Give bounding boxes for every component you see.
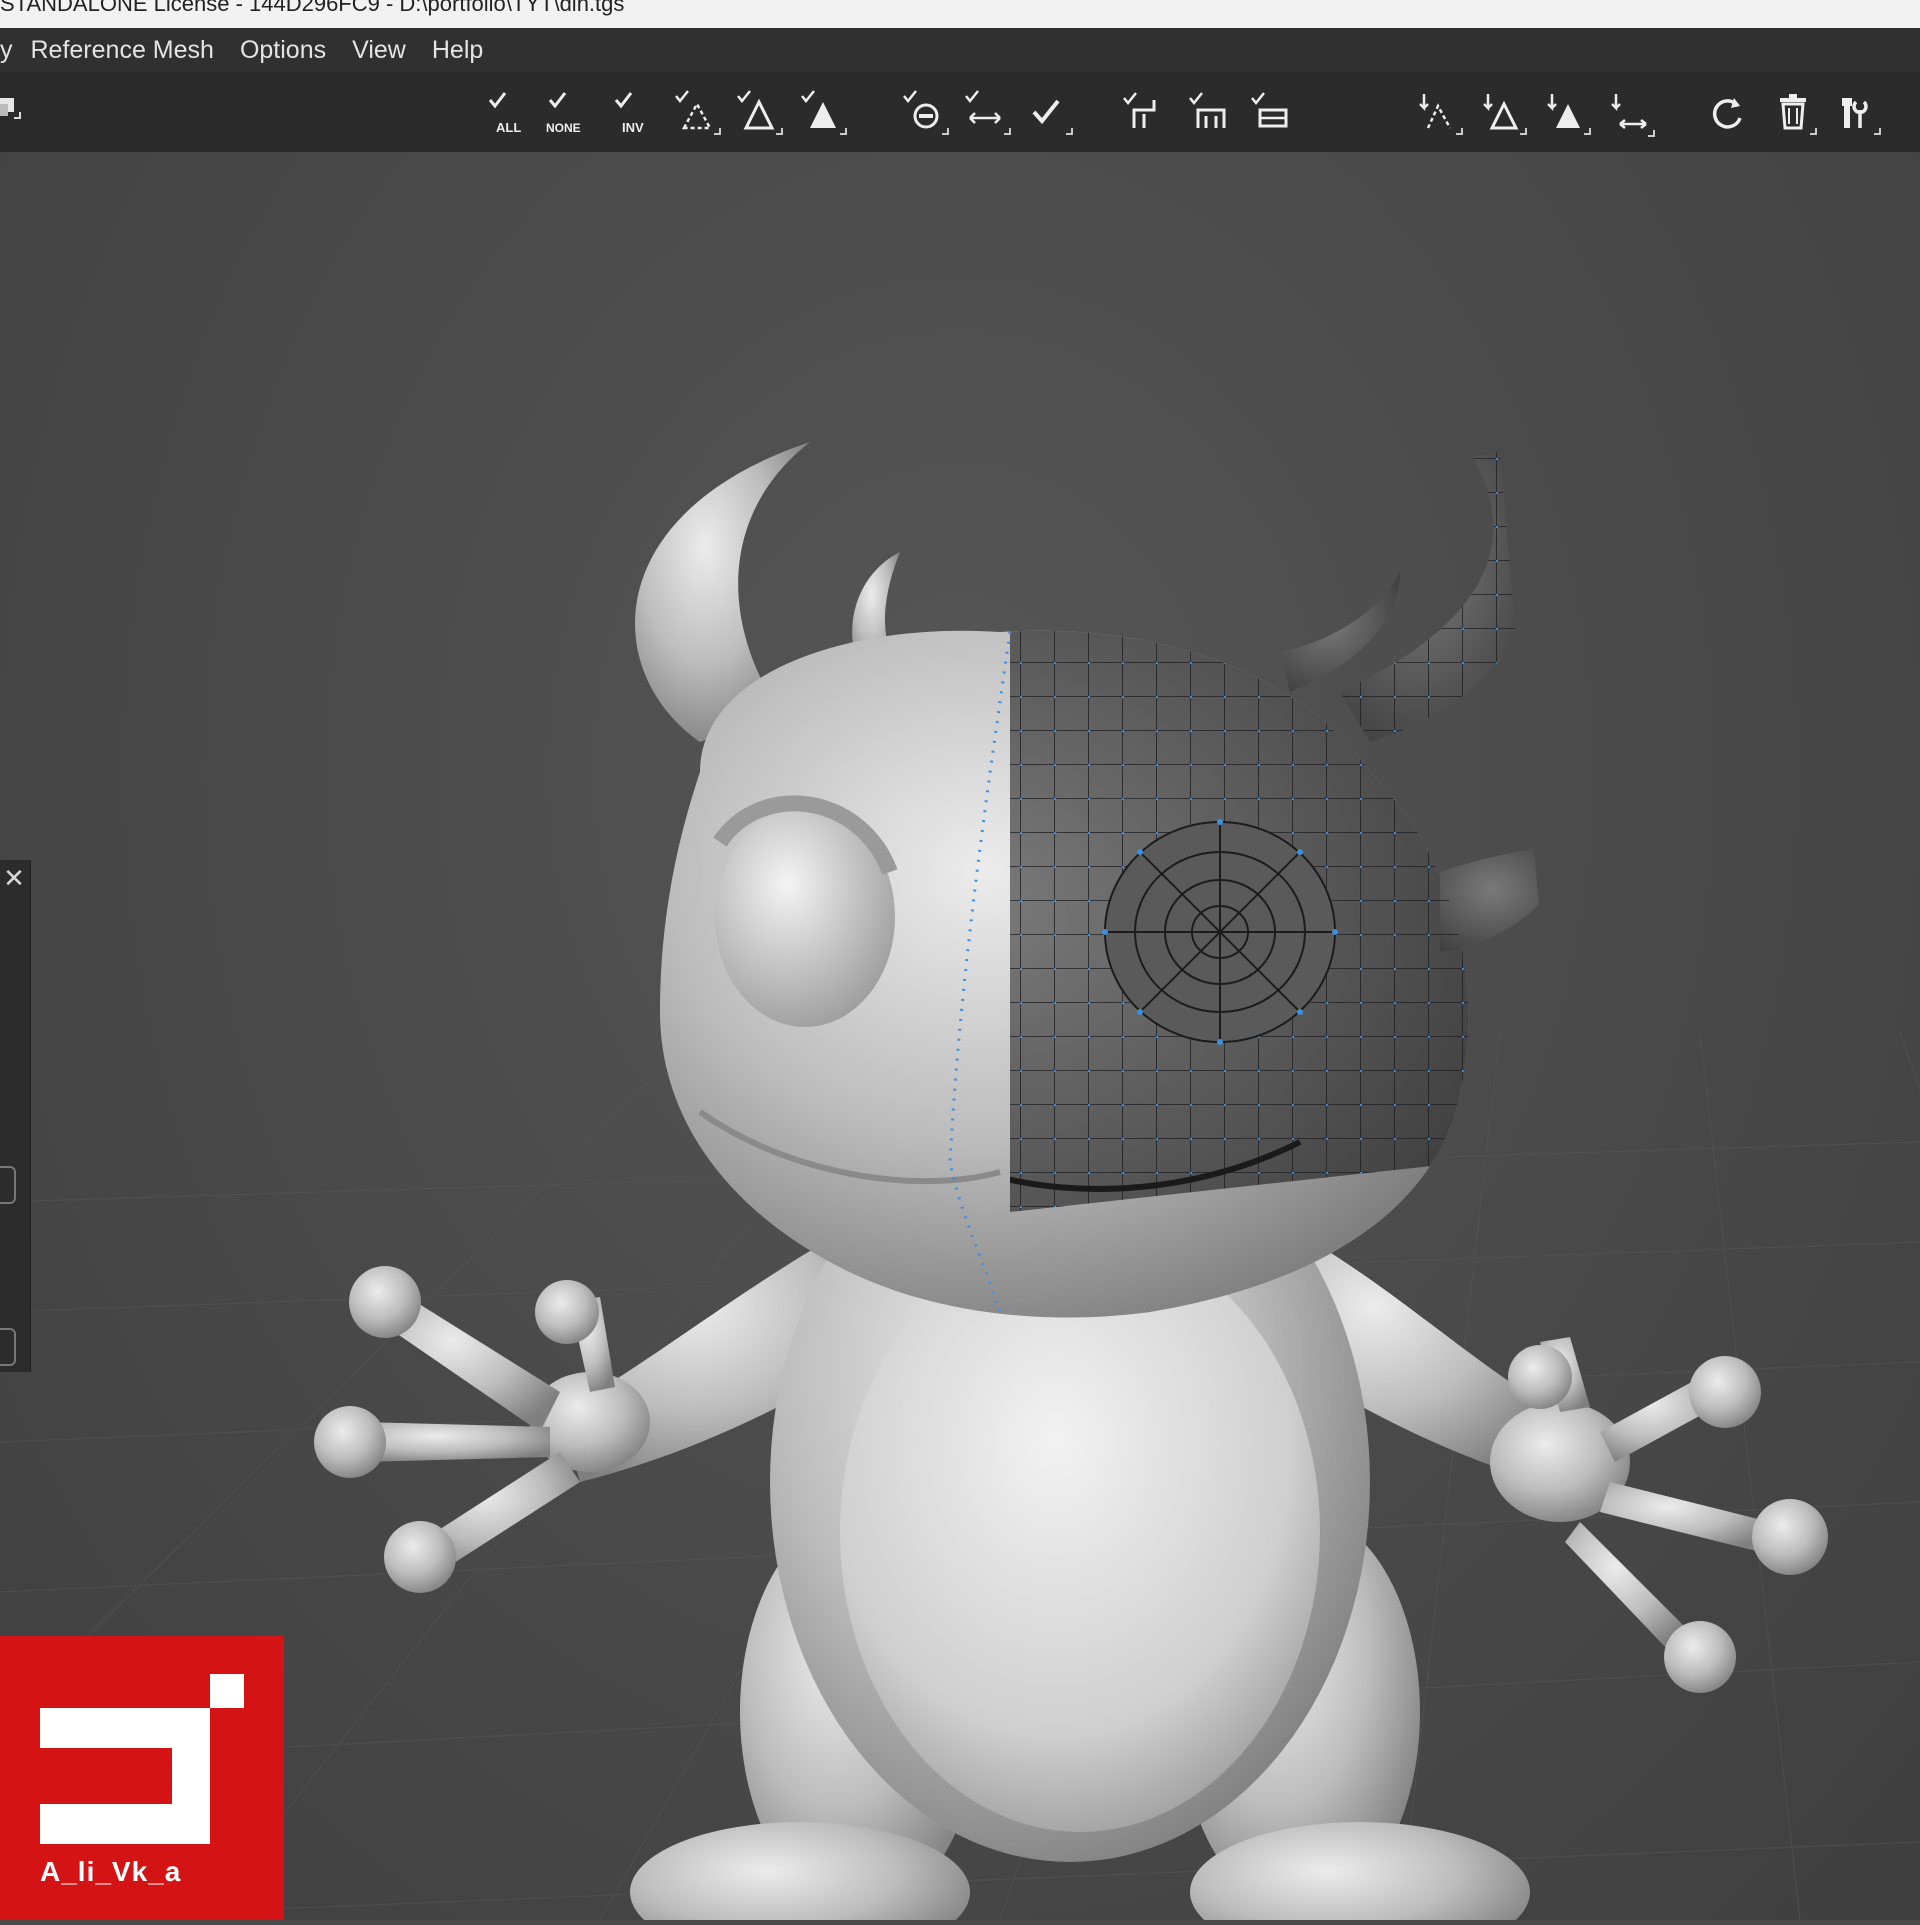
3d-viewport[interactable]: ✕ xyxy=(0,152,1920,1920)
select-faces-icon[interactable] xyxy=(796,84,850,140)
select-ring-icon[interactable] xyxy=(960,84,1014,140)
menu-item-view[interactable]: View xyxy=(352,36,406,65)
select-none-icon[interactable]: NONE xyxy=(540,84,594,140)
select-loop-icon[interactable] xyxy=(898,84,952,140)
spinner-control[interactable] xyxy=(0,1166,16,1204)
close-icon[interactable]: ✕ xyxy=(2,865,26,891)
select-invert-caption: INV xyxy=(622,120,644,135)
spinner-control[interactable] xyxy=(0,1328,16,1366)
select-none-caption: NONE xyxy=(546,121,581,135)
refresh-icon[interactable] xyxy=(1700,84,1754,140)
window-title-bar: STANDALONE License - 144D296FC9 - D:\por… xyxy=(0,0,1920,28)
select-invert-icon[interactable]: INV xyxy=(608,84,662,140)
menu-item-partial[interactable]: y xyxy=(0,36,13,65)
select-all-caption: ALL xyxy=(496,120,521,135)
extrude-icon[interactable] xyxy=(1118,84,1172,140)
layers-icon[interactable] xyxy=(0,84,46,140)
delete-icon[interactable] xyxy=(1766,84,1820,140)
menu-item-reference-mesh[interactable]: Reference Mesh xyxy=(31,36,214,65)
select-vertices-icon[interactable] xyxy=(670,84,724,140)
slide-edge-icon[interactable] xyxy=(1604,84,1658,140)
watermark-text: A_li_Vk_a xyxy=(40,1856,182,1887)
confirm-selection-icon[interactable] xyxy=(1022,84,1076,140)
add-vertex-icon[interactable] xyxy=(1412,84,1466,140)
menu-item-options[interactable]: Options xyxy=(240,36,326,65)
add-face-icon[interactable] xyxy=(1540,84,1594,140)
side-panel: ✕ xyxy=(0,860,31,1372)
tools-icon[interactable] xyxy=(1830,84,1884,140)
add-edge-icon[interactable] xyxy=(1476,84,1530,140)
bridge-icon[interactable] xyxy=(1184,84,1238,140)
select-edges-icon[interactable] xyxy=(732,84,786,140)
watermark-logo: A_li_Vk_a xyxy=(0,1636,284,1920)
menu-bar: y Reference Mesh Options View Help xyxy=(0,28,1920,72)
fill-icon[interactable] xyxy=(1246,84,1300,140)
menu-item-help[interactable]: Help xyxy=(432,36,483,65)
viewport-scene xyxy=(0,442,1920,1920)
select-all-icon[interactable]: ALL xyxy=(482,84,536,140)
toolbar: ALL NONE INV xyxy=(0,72,1920,152)
window-title: STANDALONE License - 144D296FC9 - D:\por… xyxy=(0,0,625,16)
